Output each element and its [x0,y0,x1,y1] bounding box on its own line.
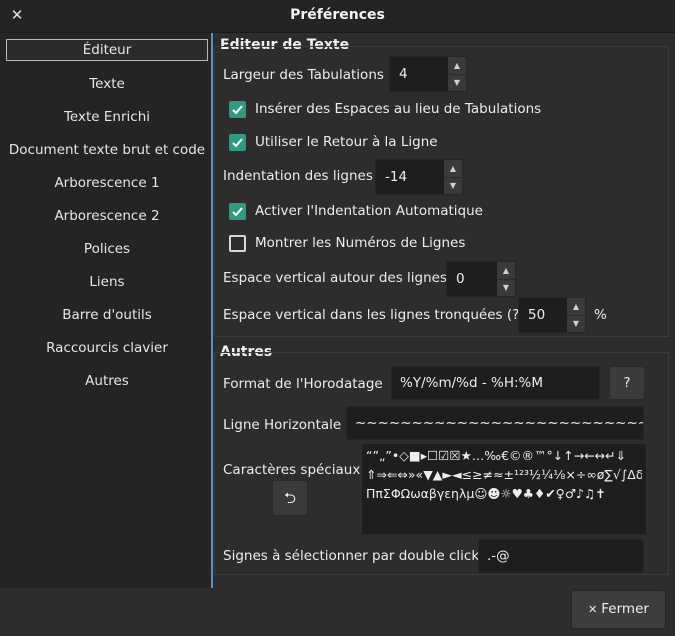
sidebar-item-arborescence-1[interactable]: Arborescence 1 [6,172,208,194]
sidebar-item-autres[interactable]: Autres [6,370,208,392]
vspace-around-up-icon[interactable]: ▲ [497,262,515,280]
vspace-wrapped-unit: % [594,307,607,323]
sidebar-item-arborescence-2[interactable]: Arborescence 2 [6,205,208,227]
line-indent-down-icon[interactable]: ▼ [444,177,462,194]
timestamp-label: Format de l'Horodatage [223,376,383,392]
window-title: Préférences [290,7,385,23]
vspace-wrapped-up-icon[interactable]: ▲ [567,298,585,316]
sidebar-item-document-texte[interactable]: Document texte brut et code [6,139,208,161]
dblclick-label: Signes à sélectionner par double click [223,548,480,564]
title-bar: ✕ Préférences [0,0,675,33]
close-button-label: Fermer [601,601,649,617]
vspace-around-down-icon[interactable]: ▼ [497,279,515,296]
special-chars-line: ΠπΣΦΩωαβγεηλμ☺☻☼♥♣♦✔♀♂♪♫✝ [366,486,606,501]
sidebar-item-barre-outils[interactable]: Barre d'outils [6,304,208,326]
tab-width-spinbox[interactable]: 4 ▲ ▼ [389,56,467,92]
vspace-around-label: Espace vertical autour des lignes [223,270,447,286]
word-wrap-label[interactable]: Utiliser le Retour à la Ligne [255,134,438,150]
reset-special-chars-button[interactable]: ⮌ [272,480,308,516]
sidebar-item-liens[interactable]: Liens [6,271,208,293]
vspace-around-spinbox[interactable]: 0 ▲ ▼ [446,261,516,297]
vspace-wrapped-label: Espace vertical dans les lignes tronquée… [223,307,525,323]
sidebar-divider [211,33,213,588]
hrule-input[interactable]: ~~~~~~~~~~~~~~~~~~~~~~~~~~~~~~~~~~~ [346,406,644,440]
special-chars-textarea[interactable]: “”„”•◇■▸☐☑☒★…‰€©®™°↓↑→←↔↵⇓ ⇑⇒⇐⇔»«▼▲►◄≤≥≠… [362,444,646,534]
line-numbers-checkbox[interactable] [229,235,246,252]
sidebar-item-raccourcis[interactable]: Raccourcis clavier [6,337,208,359]
vspace-wrapped-down-icon[interactable]: ▼ [567,315,585,332]
word-wrap-checkbox[interactable] [229,134,246,151]
auto-indent-checkbox[interactable] [229,203,246,220]
line-indent-label: Indentation des lignes [223,168,373,184]
special-chars-line: ⇑⇒⇐⇔»«▼▲►◄≤≥≠≈±¹²³½¼⅛×÷∞ø∑√∫Δδ [366,467,642,482]
hrule-label: Ligne Horizontale [223,417,342,433]
special-chars-line: “”„”•◇■▸☐☑☒★…‰€©®™°↓↑→←↔↵⇓ [366,448,627,463]
close-button[interactable]: ✕ Fermer [571,590,666,629]
sidebar-item-texte[interactable]: Texte [6,73,208,95]
undo-icon: ⮌ [283,489,296,507]
sidebar-item-editeur[interactable]: Éditeur [6,39,208,61]
vspace-wrapped-spinbox[interactable]: 50 ▲ ▼ [518,297,586,333]
auto-indent-label[interactable]: Activer l'Indentation Automatique [255,203,483,219]
line-numbers-label[interactable]: Montrer les Numéros de Lignes [255,235,465,251]
sidebar-item-polices[interactable]: Polices [6,238,208,260]
tab-width-value[interactable]: 4 [399,66,408,82]
insert-spaces-label[interactable]: Insérer des Espaces au lieu de Tabulatio… [255,101,541,117]
close-icon: ✕ [588,603,598,616]
special-chars-label: Caractères spéciaux [223,462,361,478]
tab-width-up-icon[interactable]: ▲ [448,57,466,75]
timestamp-help-button[interactable]: ? [609,366,645,400]
tab-width-label: Largeur des Tabulations [223,67,384,83]
sidebar: Éditeur Texte Texte Enrichi Document tex… [0,33,211,588]
line-indent-value[interactable]: -14 [385,169,407,185]
tab-width-down-icon[interactable]: ▼ [448,74,466,91]
insert-spaces-checkbox[interactable] [229,101,246,118]
line-indent-spinbox[interactable]: -14 ▲ ▼ [375,159,463,195]
vspace-around-value[interactable]: 0 [456,271,465,287]
vspace-wrapped-value[interactable]: 50 [528,307,545,323]
timestamp-input[interactable]: %Y/%m/%d - %H:%M [391,366,600,400]
dblclick-input[interactable]: .-@ [478,539,644,573]
line-indent-up-icon[interactable]: ▲ [444,160,462,178]
sidebar-item-texte-enrichi[interactable]: Texte Enrichi [6,106,208,128]
